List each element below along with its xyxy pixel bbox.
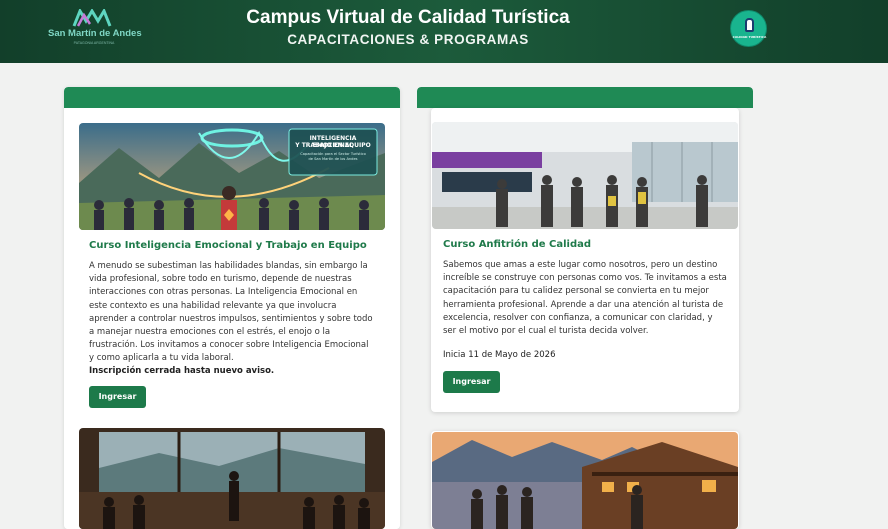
ingresar-button[interactable]: Ingresar bbox=[89, 386, 146, 408]
course-card-bottom-right bbox=[431, 431, 739, 529]
site-header: San Martín de Andes PATAGONIA ARGENTINA … bbox=[0, 0, 888, 63]
course-description: A menudo se subestiman las habilidades b… bbox=[89, 261, 373, 364]
card-header-bar bbox=[64, 87, 400, 108]
course-image-inteligencia-emocional[interactable]: INTELIGENCIA EMOCIONAL Y TRABAJO EN EQUI… bbox=[79, 123, 385, 230]
badge-figure-icon bbox=[745, 18, 754, 32]
lake-lodge-illustration bbox=[432, 432, 738, 529]
course-image-conference[interactable] bbox=[79, 428, 385, 529]
course-image-anfitrion[interactable] bbox=[432, 122, 738, 229]
image-banner-title-2: Y TRABAJO EN EQUIPO bbox=[295, 142, 371, 149]
course-card-inteligencia-emocional: INTELIGENCIA EMOCIONAL Y TRABAJO EN EQUI… bbox=[64, 87, 400, 529]
airport-illustration bbox=[432, 122, 738, 229]
course-title[interactable]: Curso Anfitrión de Calidad bbox=[443, 239, 591, 250]
ingresar-button[interactable]: Ingresar bbox=[443, 371, 500, 393]
card-header-bar bbox=[417, 87, 753, 108]
image-banner-sub-2: de San Martín de los Andes bbox=[308, 157, 358, 161]
course-description: Sabemos que amas a este lugar como nosot… bbox=[443, 260, 727, 337]
page-title: Campus Virtual de Calidad Turística bbox=[246, 7, 570, 28]
conference-room-illustration bbox=[79, 428, 385, 529]
enrollment-status: Inscripción cerrada hasta nuevo aviso. bbox=[89, 366, 275, 376]
course-start-date: Inicia 11 de Mayo de 2026 bbox=[443, 350, 556, 360]
course-title[interactable]: Curso Inteligencia Emocional y Trabajo e… bbox=[89, 240, 367, 251]
course-card-anfitrion-de-calidad: Curso Anfitrión de Calidad Sabemos que a… bbox=[431, 108, 739, 412]
calidad-turistica-badge[interactable]: CALIDAD TURÍSTICA bbox=[730, 10, 767, 47]
course-image-lake[interactable] bbox=[432, 432, 738, 529]
badge-label: CALIDAD TURÍSTICA bbox=[732, 35, 767, 39]
page-subtitle: CAPACITACIONES & PROGRAMAS bbox=[287, 32, 529, 47]
